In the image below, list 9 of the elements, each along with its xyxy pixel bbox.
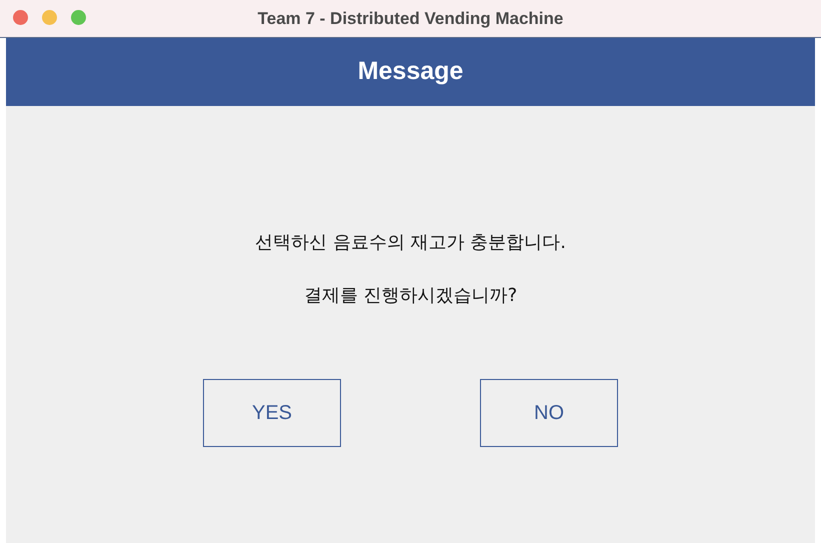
dialog-button[interactable]: NO (480, 379, 618, 447)
header-title: Message (358, 56, 464, 88)
minimize-button[interactable] (42, 10, 57, 25)
message-text: 선택하신 음료수의 재고가 충분합니다. (255, 231, 566, 255)
close-button[interactable] (13, 10, 28, 25)
message-text: 결제를 진행하시겠습니까? (304, 284, 518, 308)
zoom-button[interactable] (71, 10, 86, 25)
window-title: Team 7 - Distributed Vending Machine (258, 8, 564, 30)
dialog-button[interactable]: YES (203, 379, 341, 447)
